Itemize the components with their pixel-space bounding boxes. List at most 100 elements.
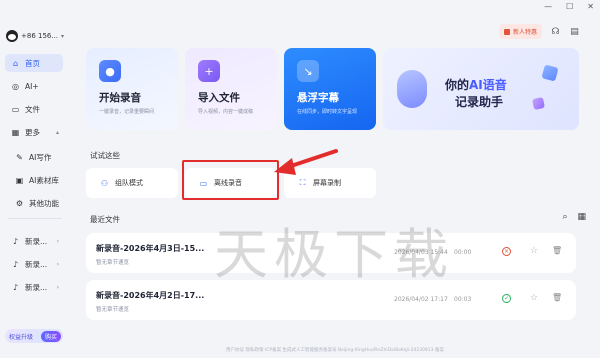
calendar-icon[interactable]: ▤ [569,26,580,37]
sidebar-item-recording[interactable]: ♪ 新录... › [5,232,63,250]
decorative-cube [541,64,559,82]
file-date: 2026/04/02 17:17 [394,296,448,303]
close-icon[interactable]: ✕ [587,2,594,11]
card-subtitle: 在线同步，即时转文字呈现 [297,109,358,115]
chevron-right-icon: › [56,283,59,291]
sidebar-item-label: 新录... [25,282,48,292]
mic-illustration [397,70,427,108]
upgrade-banner[interactable]: 权益升级 购买 [5,329,63,343]
file-name: 新录音-2026年4月3日-15... [96,244,205,253]
try-item-label: 组队模式 [115,179,143,187]
card-title: 开始录音 [99,92,141,104]
sidebar-item-label: 更多 [25,127,40,137]
buy-button[interactable]: 购买 [40,330,61,342]
sidebar-item-label: 首页 [25,58,40,68]
maximize-icon[interactable]: ☐ [566,2,573,11]
trash-icon[interactable]: 🗑 [552,293,562,302]
newcomer-offer-label: 新人特惠 [512,29,537,36]
headset-icon[interactable]: ☊ [550,26,561,37]
mic-icon: ● [99,60,121,82]
file-date: 2026/04/03 15:44 [394,249,448,256]
sidebar-item-ai-writing[interactable]: ✎ AI写作 [5,148,63,166]
sidebar-item-label: 文件 [25,104,40,114]
file-row[interactable]: 新录音-2026年4月3日-15... 暂无章节速览 2026/04/03 15… [86,233,576,273]
sidebar-item-label: 新录... [25,236,48,246]
ai-write-icon: ✎ [16,152,23,162]
success-status-icon: ✓ [502,294,511,303]
home-icon: ⌂ [12,58,19,68]
promo-banner[interactable]: 你的AI语音 记录助手 [383,48,579,130]
ai-plus-icon: ◎ [12,81,19,91]
highlight-box [182,160,279,200]
subtitle-icon: ↘ [297,60,319,82]
team-icon: ⚇ [100,178,109,188]
sidebar-item-other[interactable]: ⚙ 其他功能 [5,194,63,212]
mic-icon: ♪ [12,282,19,292]
banner-title-prefix: 你的 [445,78,470,92]
file-duration: 00:03 [454,296,472,303]
sidebar-item-label: AI素材库 [29,175,59,185]
sidebar-item-ai-library[interactable]: ▣ AI素材库 [5,171,63,189]
file-icon: ▭ [11,104,20,114]
sidebar-item-label: 其他功能 [29,198,59,208]
card-import-file[interactable]: + 导入文件 导入视频，内容一键成稿 [185,48,277,130]
sidebar-item-label: 新录... [25,259,48,269]
file-desc: 暂无章节速览 [96,260,130,266]
gift-icon [503,28,510,35]
import-file-icon: + [198,60,220,82]
divider [8,218,62,219]
file-duration: 00:00 [454,249,472,256]
recent-files-title: 最近文件 [90,215,120,224]
sidebar-item-files[interactable]: ▭ 文件 [5,100,63,118]
card-title: 导入文件 [198,92,240,104]
minimize-icon[interactable]: — [544,2,552,11]
chevron-right-icon: › [56,260,59,268]
file-name: 新录音-2026年4月2日-17... [96,291,205,300]
grid-view-icon[interactable]: ▦ [577,212,586,222]
window-controls: — ☐ ✕ [544,2,594,11]
sidebar-item-home[interactable]: ⌂ 首页 [5,54,63,72]
other-icon: ⚙ [15,198,24,208]
user-phone: +86 156... [21,32,59,40]
card-subtitle: 导入视频，内容一键成稿 [198,109,254,115]
try-section-title: 试试这些 [90,151,120,160]
card-subtitle: 一键录音，记录重要瞬间 [99,109,155,115]
team-mode-button[interactable]: ⚇ 组队模式 [86,168,178,198]
avatar [6,30,18,42]
chevron-right-icon: › [56,237,59,245]
sidebar-item-recording[interactable]: ♪ 新录... › [5,278,63,296]
ai-library-icon: ▣ [15,175,24,185]
recent-tools: ⌕ ▦ [562,212,586,222]
card-title: 悬浮字幕 [297,92,339,104]
card-floating-subtitles[interactable]: ↘ 悬浮字幕 在线同步，即时转文字呈现 [284,48,376,130]
file-desc: 暂无章节速览 [96,307,130,313]
annotation-arrow-icon [274,149,338,175]
sidebar: +86 156... ▾ ⌂ 首页 ◎ AI+ ▭ 文件 ▦ 更多 ▴ ✎ AI… [0,0,72,358]
sidebar-item-more[interactable]: ▦ 更多 ▴ [5,123,63,141]
sidebar-item-label: AI写作 [29,152,52,162]
mic-icon: ♪ [12,259,19,269]
sidebar-item-ai-plus[interactable]: ◎ AI+ [5,77,63,95]
mic-icon: ♪ [12,236,19,246]
card-start-recording[interactable]: ● 开始录音 一键录音，记录重要瞬间 [86,48,178,130]
star-icon[interactable]: ☆ [530,246,538,256]
failed-status-icon: × [502,247,511,256]
upgrade-label: 权益升级 [9,333,34,341]
star-icon[interactable]: ☆ [530,293,538,303]
banner-title-line1: 你的AI语音 [445,76,507,93]
search-icon[interactable]: ⌕ [562,212,567,222]
newcomer-offer-button[interactable]: 新人特惠 [498,24,542,39]
topbar-actions: 新人特惠 ☊ ▤ [498,24,580,39]
chevron-up-icon: ▴ [55,128,59,136]
banner-title-ai: AI语音 [469,78,507,92]
sidebar-item-recording[interactable]: ♪ 新录... › [5,255,63,273]
decorative-cube [531,96,546,111]
more-icon: ▦ [11,127,20,137]
banner-title-line2: 记录助手 [455,95,504,109]
chevron-down-icon: ▾ [61,32,65,40]
footer-legal: 用户协议 隐私政策 ICP备案 生成式人工智能服务备案号 Beijing-Xin… [226,348,444,353]
file-row[interactable]: 新录音-2026年4月2日-17... 暂无章节速览 2026/04/02 17… [86,280,576,320]
sidebar-item-label: AI+ [25,81,39,91]
user-menu[interactable]: +86 156... ▾ [6,30,64,42]
trash-icon[interactable]: 🗑 [552,246,562,255]
